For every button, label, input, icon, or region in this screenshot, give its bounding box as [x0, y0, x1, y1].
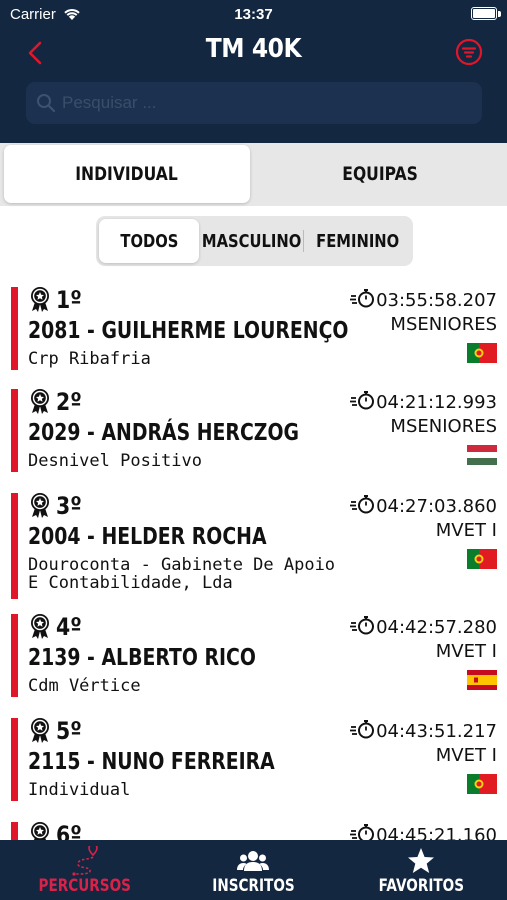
- athlete-name: 2115 - Nuno Ferreira: [28, 749, 275, 775]
- result-row[interactable]: 2º 2029 - András Herczog Desnivel Positi…: [0, 382, 507, 482]
- position-label: 4º: [56, 613, 82, 641]
- medal-icon: [29, 388, 51, 419]
- tab-inscritos[interactable]: Inscritos: [188, 840, 318, 900]
- stopwatch-icon: [350, 719, 376, 744]
- portugal-flag-icon: [467, 774, 497, 794]
- time-display: 04:45:21.160: [350, 823, 497, 840]
- tab-masculino-label: Masculino: [202, 230, 302, 252]
- row-accent-bar: [11, 389, 18, 472]
- tab-inscritos-label: Inscritos: [211, 876, 295, 896]
- club-name: Douroconta - Gabinete De Apoio E Contabi…: [28, 555, 336, 593]
- medal-icon: [29, 717, 51, 748]
- row-accent-bar: [11, 822, 18, 840]
- portugal-flag-icon: [467, 343, 497, 363]
- row-accent-bar: [11, 614, 18, 697]
- result-row[interactable]: 4º 2139 - Alberto Rico Cdm Vértice 04:42…: [0, 607, 507, 707]
- star-icon: [407, 846, 435, 876]
- row-accent-bar: [11, 287, 18, 370]
- page-title: TM 40K: [205, 34, 302, 64]
- tab-percursos-label: Percursos: [38, 876, 132, 896]
- users-icon: [237, 846, 269, 876]
- time-display: 03:55:58.207: [350, 288, 497, 313]
- result-row[interactable]: 5º 2115 - Nuno Ferreira Individual 04:43…: [0, 711, 507, 811]
- segment-divider: [303, 230, 304, 252]
- finish-time: 04:45:21.160: [376, 825, 497, 840]
- position-label: 6º: [56, 821, 82, 840]
- medal-icon: [29, 286, 51, 317]
- athlete-name: 2029 - András Herczog: [28, 420, 299, 446]
- position-label: 5º: [56, 717, 82, 745]
- hungary-flag-icon: [467, 445, 497, 465]
- club-name: Crp Ribafria: [28, 349, 151, 369]
- club-name: Individual: [28, 780, 131, 800]
- tab-feminino[interactable]: Feminino: [306, 219, 410, 263]
- tab-todos-label: Todos: [119, 230, 179, 252]
- medal-icon: [29, 492, 51, 523]
- athlete-name: 2004 - Helder Rocha: [28, 524, 267, 550]
- tab-feminino-label: Feminino: [316, 230, 400, 252]
- stopwatch-icon: [350, 288, 376, 313]
- time-display: 04:27:03.860: [350, 494, 497, 519]
- club-name: Cdm Vértice: [28, 676, 141, 696]
- portugal-flag-icon: [467, 549, 497, 569]
- category-label: MVET I: [435, 520, 497, 541]
- status-time: 13:37: [234, 6, 273, 23]
- category-label: MSENIORES: [390, 416, 497, 437]
- row-accent-bar: [11, 493, 18, 599]
- status-bar: Carrier 13:37: [0, 0, 507, 30]
- stopwatch-icon: [350, 390, 376, 415]
- tab-todos[interactable]: Todos: [99, 219, 199, 263]
- tab-percursos[interactable]: Percursos: [20, 840, 150, 900]
- gender-segmented-control: Todos Masculino Feminino: [96, 216, 413, 266]
- search-bar[interactable]: [26, 82, 482, 124]
- time-display: 04:42:57.280: [350, 615, 497, 640]
- tab-masculino[interactable]: Masculino: [201, 219, 303, 263]
- search-icon: [36, 93, 56, 118]
- athlete-name: 2139 - Alberto Rico: [28, 645, 256, 671]
- filter-icon: [455, 38, 483, 66]
- finish-time: 04:43:51.217: [376, 721, 497, 742]
- type-segmented-control: Individual Equipas: [0, 143, 507, 206]
- medal-icon: [29, 613, 51, 644]
- result-row[interactable]: 6º 04:45:21.160: [0, 815, 507, 840]
- time-display: 04:21:12.993: [350, 390, 497, 415]
- results-list[interactable]: 1º 2081 - Guilherme Lourenço Crp Ribafri…: [0, 280, 507, 840]
- result-row[interactable]: 3º 2004 - Helder Rocha Douroconta - Gabi…: [0, 486, 507, 604]
- app-header: Carrier 13:37 TM 40K: [0, 0, 507, 143]
- row-accent-bar: [11, 718, 18, 801]
- route-icon: [68, 846, 102, 876]
- athlete-name: 2081 - Guilherme Lourenço: [28, 318, 349, 344]
- stopwatch-icon: [350, 494, 376, 519]
- tab-individual-label: Individual: [75, 163, 179, 185]
- search-input[interactable]: [62, 82, 462, 124]
- result-row[interactable]: 1º 2081 - Guilherme Lourenço Crp Ribafri…: [0, 280, 507, 380]
- club-name: Desnivel Positivo: [28, 451, 202, 471]
- stopwatch-icon: [350, 615, 376, 640]
- position-label: 3º: [56, 492, 82, 520]
- finish-time: 04:21:12.993: [376, 392, 497, 413]
- category-label: MVET I: [435, 641, 497, 662]
- bottom-tab-bar: Percursos Inscritos Favoritos: [0, 840, 507, 900]
- filter-button[interactable]: [455, 38, 483, 66]
- spain-flag-icon: [467, 670, 497, 690]
- category-label: MSENIORES: [390, 314, 497, 335]
- battery-icon: [471, 7, 497, 20]
- position-label: 1º: [56, 286, 82, 314]
- finish-time: 03:55:58.207: [376, 290, 497, 311]
- tab-favoritos[interactable]: Favoritos: [356, 840, 486, 900]
- finish-time: 04:42:57.280: [376, 617, 497, 638]
- tab-equipas[interactable]: Equipas: [256, 145, 504, 203]
- stopwatch-icon: [350, 823, 376, 840]
- category-label: MVET I: [435, 745, 497, 766]
- tab-favoritos-label: Favoritos: [378, 876, 464, 896]
- battery-tip: [498, 11, 501, 17]
- tab-equipas-label: Equipas: [342, 163, 418, 185]
- finish-time: 04:27:03.860: [376, 496, 497, 517]
- medal-icon: [29, 821, 51, 840]
- position-label: 2º: [56, 388, 82, 416]
- tab-individual[interactable]: Individual: [4, 145, 250, 203]
- time-display: 04:43:51.217: [350, 719, 497, 744]
